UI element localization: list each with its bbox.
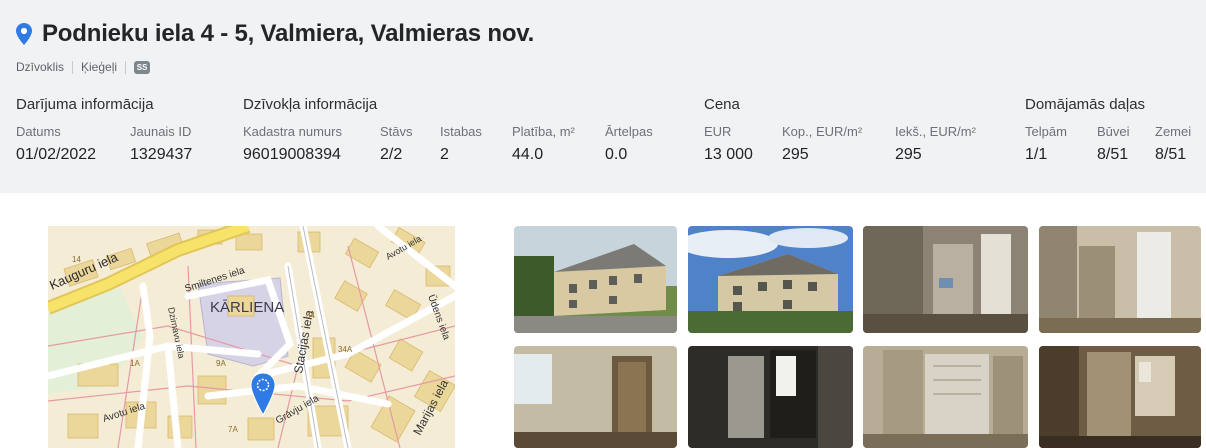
field-value: 13 000 [704,146,753,163]
info-sections: Darījuma informācija Dzīvokļa informācij… [16,96,1191,176]
location-pin-icon [16,23,32,45]
photo-thumbnail [514,226,677,333]
gallery-photo[interactable] [1039,226,1201,333]
field-floor: Stāvs 2/2 [380,124,413,164]
field-value: 295 [895,146,922,163]
field-value: 295 [782,146,809,163]
field-label: Istabas [440,124,482,139]
gallery-photo[interactable] [1039,346,1201,448]
property-tags: Dzīvoklis Ķieģeļi SS [16,58,1190,76]
field-label: Kop., EUR/m² [782,124,863,139]
field-label: Telpām [1025,124,1067,139]
gallery-photo[interactable] [688,346,853,448]
tag-property-type: Dzīvoklis [16,60,65,74]
field-label: Jaunais ID [130,124,192,139]
field-date: Datums 01/02/2022 [16,124,96,164]
property-info-panel: Podnieku iela 4 - 5, Valmiera, Valmieras… [0,0,1206,193]
photo-thumbnail [688,346,853,448]
photo-thumbnail [1039,226,1201,333]
gallery-photo[interactable] [863,226,1028,333]
field-total-per-m2: Kop., EUR/m² 295 [782,124,862,164]
location-map[interactable]: Kauguru iela Smiltenes iela KĀRLIENA Sta… [48,226,455,448]
gallery-photo[interactable] [514,346,677,448]
field-new-id: Jaunais ID 1329437 [130,124,192,164]
divider [72,60,74,74]
map-house-number: 7A [228,425,238,434]
map-house-number: 34A [338,345,353,354]
section-shares-title: Domājamās daļas [1025,96,1146,113]
section-deal-title: Darījuma informācija [16,96,154,113]
field-label: Ārtelpas [605,124,653,139]
photo-thumbnail [1039,346,1201,448]
field-land: Zemei 8/51 [1155,124,1191,164]
field-value: 96019008394 [243,146,341,163]
field-premises: Telpām 1/1 [1025,124,1067,164]
field-value: 8/51 [1155,146,1187,163]
field-value: 01/02/2022 [16,146,97,163]
map-house-number: 34 [306,311,315,320]
map-house-number: 9A [216,359,226,368]
field-value: 0.0 [605,146,628,163]
field-value: 2/2 [380,146,403,163]
field-eur: EUR 13 000 [704,124,753,164]
map-house-number: 1A [130,359,140,368]
section-price-title: Cena [704,96,740,113]
field-inner-per-m2: Iekš., EUR/m² 295 [895,124,976,164]
map-house-number: 14 [72,255,81,264]
field-value: 2 [440,146,449,163]
field-value: 1329437 [130,146,193,163]
photo-thumbnail [863,226,1028,333]
divider [125,60,127,74]
field-label: Zemei [1155,124,1192,139]
map-canvas: Kauguru iela Smiltenes iela KĀRLIENA Sta… [48,226,455,448]
gallery-photo[interactable] [863,346,1028,448]
map-label-karliena: KĀRLIENA [210,299,284,316]
field-rooms: Istabas 2 [440,124,482,164]
field-value: 44.0 [512,146,544,163]
field-label: Stāvs [380,124,413,139]
field-label: Kadastra numurs [243,124,342,139]
page-title: Podnieku iela 4 - 5, Valmiera, Valmieras… [42,20,535,47]
field-cadastre: Kadastra numurs 96019008394 [243,124,342,164]
field-label: Iekš., EUR/m² [895,124,976,139]
field-value: 1/1 [1025,146,1048,163]
photo-thumbnail [688,226,853,333]
ss-link-badge[interactable]: SS [134,60,151,74]
field-outer-rooms: Ārtelpas 0.0 [605,124,653,164]
title-row: Podnieku iela 4 - 5, Valmiera, Valmieras… [16,16,1190,52]
section-apartment-title: Dzīvokļa informācija [243,96,378,113]
gallery-photo[interactable] [688,226,853,333]
photo-thumbnail [514,346,677,448]
photo-thumbnail [863,346,1028,448]
field-label: Datums [16,124,61,139]
field-label: Būvei [1097,124,1130,139]
tag-material: Ķieģeļi [81,60,118,74]
field-building: Būvei 8/51 [1097,124,1130,164]
field-value: 8/51 [1097,146,1129,163]
field-area: Platība, m² 44.0 [512,124,575,164]
field-label: Platība, m² [512,124,575,139]
field-label: EUR [704,124,732,139]
gallery-photo[interactable] [514,226,677,333]
